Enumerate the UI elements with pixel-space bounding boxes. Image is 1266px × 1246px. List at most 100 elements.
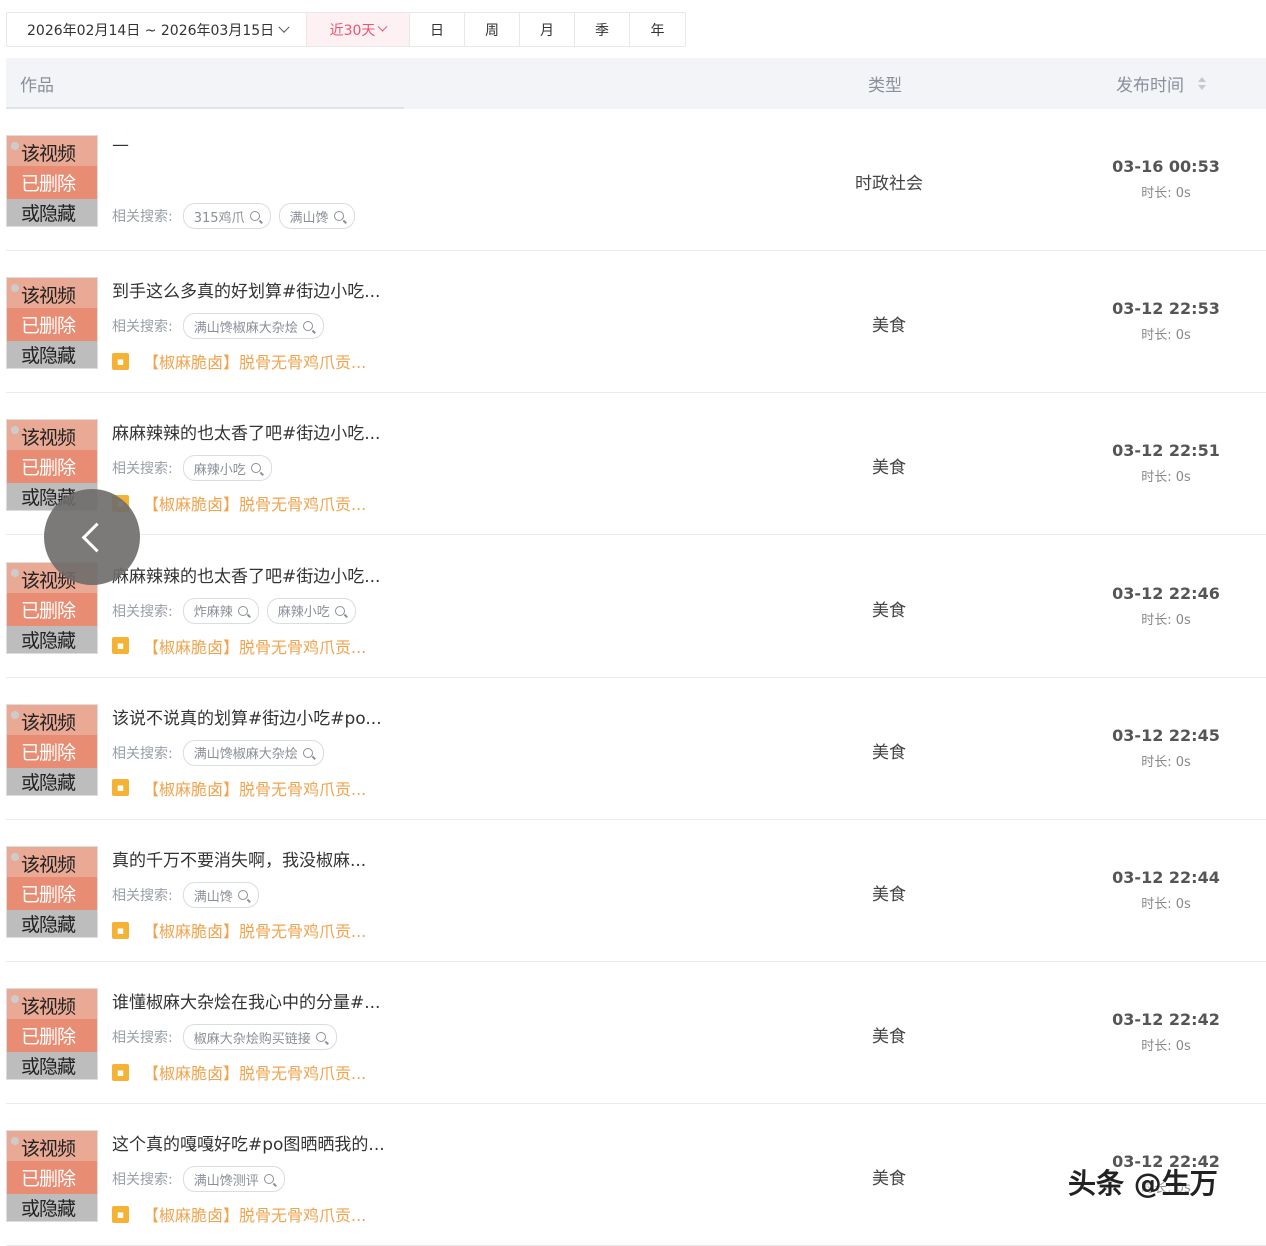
tab-week[interactable]: 周: [465, 13, 520, 46]
search-icon: [333, 211, 344, 221]
search-icon: [315, 1032, 326, 1043]
search-tag[interactable]: 满山馋椒麻大杂烩: [182, 313, 324, 340]
chevron-down-icon: [278, 21, 290, 33]
thumbnail-text: 该视频: [21, 285, 76, 308]
table-row[interactable]: 该视频 已删除 或隐藏 谁懂椒麻大杂烩在我心中的分量#... 相关搜索: 椒麻大杂烩购买链…: [6, 962, 1266, 1105]
product-title: 【椒麻脆卤】脱骨无骨鸡爪贡...: [143, 1064, 367, 1084]
search-tag[interactable]: 麻辣小吃: [182, 455, 272, 482]
search-icon: [263, 1174, 274, 1185]
product-link[interactable]: ▪ 【椒麻脆卤】脱骨无骨鸡爪贡...: [112, 776, 366, 800]
product-title: 【椒麻脆卤】脱骨无骨鸡爪贡...: [143, 495, 367, 515]
search-tag[interactable]: 满山馋测评: [182, 1166, 285, 1193]
tab-label: 年: [650, 22, 665, 39]
search-tag-label: 满山馋椒麻大杂烩: [193, 320, 298, 336]
column-header-work: 作品: [20, 76, 54, 96]
column-header-publish-time[interactable]: 发布时间: [1116, 58, 1206, 109]
product-title: 【椒麻脆卤】脱骨无骨鸡爪贡...: [143, 779, 367, 799]
table-row[interactable]: 该视频 已删除 或隐藏 真的千万不要消失啊，我没椒麻... 相关搜索: 满山馋 ▪ 【椒麻脆卤…: [6, 820, 1266, 962]
watermark: 头条 @生万: [1068, 1167, 1218, 1200]
search-tag-label: 满山馋: [289, 210, 329, 226]
product-link[interactable]: ▪【椒麻脆卤】脱骨无骨鸡爪贡...: [112, 1202, 366, 1226]
tab-label: 月: [540, 22, 554, 39]
publish-date: 03-12 22:53: [1112, 299, 1220, 319]
product-link[interactable]: ▪【椒麻脆卤】脱骨无骨鸡爪贡...: [112, 634, 366, 658]
related-search: 相关搜索: 满山馋: [112, 882, 267, 908]
product-link[interactable]: ▪【椒麻脆卤】脱骨无骨鸡爪贡...: [112, 1060, 366, 1084]
tab-label: 季: [595, 22, 609, 39]
video-type: 美食: [872, 1027, 906, 1048]
video-thumbnail[interactable]: 该视频 已删除 或隐藏: [6, 846, 98, 938]
video-title[interactable]: 谁懂椒麻大杂烩在我心中的分量#...: [112, 988, 380, 1013]
related-search: 相关搜索: 满山馋测评: [112, 1166, 293, 1193]
table-row[interactable]: 该视频 已删除 或隐藏 到手这么多真的好划算#街边小吃... 相关搜索: 满山馋椒麻大杂烩…: [6, 251, 1266, 394]
product-link[interactable]: ▪【椒麻脆卤】脱骨无骨鸡爪贡...: [112, 491, 366, 515]
search-tag[interactable]: 315鸡爪: [182, 203, 271, 229]
search-tag[interactable]: 满山馋: [278, 203, 355, 229]
search-tag-label: 满山馋: [193, 889, 233, 905]
table-row[interactable]: 该视频 已删除 或隐藏 麻麻辣辣的也太香了吧#街边小吃... 相关搜索: 炸麻辣 麻辣小吃 ▪…: [6, 536, 1266, 678]
video-type: 时政社会: [855, 174, 923, 194]
tab-last-30-days[interactable]: 近30天: [307, 13, 410, 46]
video-thumbnail[interactable]: 该视频 已删除 或隐藏: [6, 1130, 98, 1223]
date-filter-bar: 2026年02月14日 ~ 2026年03月15日 近30天 日 周 月 季 年: [6, 12, 686, 47]
video-thumbnail[interactable]: 该视频 已删除 或隐藏: [6, 135, 98, 227]
thumbnail-text: 该视频: [21, 427, 76, 450]
video-title[interactable]: 麻麻辣辣的也太香了吧#街边小吃...: [112, 419, 380, 444]
thumbnail-text: 已删除: [21, 884, 76, 906]
related-search-label: 相关搜索:: [112, 1172, 173, 1189]
search-tag[interactable]: 椒麻大杂烩购买链接: [182, 1024, 337, 1051]
thumbnail-text: 或隐藏: [21, 203, 76, 225]
related-search: 相关搜索: 满山馋椒麻大杂烩: [112, 739, 332, 766]
video-title[interactable]: 这个真的嘎嘎好吃#po图晒晒我的...: [112, 1130, 385, 1155]
search-tag-label: 315鸡爪: [193, 210, 245, 226]
table-row[interactable]: 该视频 已删除 或隐藏 — 相关搜索: 315鸡爪 满山馋 时政社会 03-16 00:53 时长…: [6, 109, 1266, 251]
search-tag[interactable]: 满山馋椒麻大杂烩: [182, 739, 324, 766]
product-link[interactable]: ▪ 【椒麻脆卤】脱骨无骨鸡爪贡...: [112, 918, 366, 942]
video-title[interactable]: —: [112, 135, 129, 155]
video-thumbnail[interactable]: 该视频 已删除 或隐藏: [6, 988, 98, 1081]
tab-day[interactable]: 日: [410, 13, 465, 46]
cart-icon: ▪: [112, 779, 129, 797]
related-search: 相关搜索: 椒麻大杂烩购买链接: [112, 1024, 345, 1051]
publish-date: 03-16 00:53: [1112, 157, 1220, 176]
sort-icon[interactable]: [1198, 77, 1206, 90]
publish-date: 03-12 22:46: [1112, 583, 1220, 603]
related-search: 相关搜索: 315鸡爪 满山馋: [112, 203, 363, 229]
tab-month[interactable]: 月: [520, 13, 575, 46]
tab-label: 日: [430, 22, 444, 39]
video-duration: 时长: 0s: [1141, 470, 1191, 486]
cart-icon: ▪: [112, 921, 129, 939]
video-duration: 时长: 0s: [1141, 1039, 1191, 1055]
video-title[interactable]: 该说不说真的划算#街边小吃#po...: [112, 704, 382, 729]
search-tag[interactable]: 麻辣小吃: [266, 597, 356, 624]
product-title: 【椒麻脆卤】脱骨无骨鸡爪贡...: [143, 922, 367, 941]
thumbnail-text: 或隐藏: [21, 629, 76, 652]
table-row[interactable]: 该视频已删除或隐藏麻麻辣辣的也太香了吧#街边小吃...相关搜索:麻辣小吃▪【椒麻…: [6, 393, 1266, 536]
date-range-picker[interactable]: 2026年02月14日 ~ 2026年03月15日: [7, 13, 307, 46]
video-duration: 时长: 0s: [1141, 612, 1191, 628]
video-title[interactable]: 麻麻辣辣的也太香了吧#街边小吃...: [112, 562, 380, 587]
tab-quarter[interactable]: 季: [575, 13, 630, 46]
tab-year[interactable]: 年: [630, 13, 685, 46]
video-thumbnail[interactable]: 该视频 已删除 或隐藏: [6, 703, 98, 796]
thumbnail-text: 或隐藏: [21, 345, 76, 368]
search-icon: [237, 605, 248, 616]
cart-icon: ▪: [112, 352, 129, 370]
table-row[interactable]: 该视频 已删除 或隐藏 该说不说真的划算#街边小吃#po... 相关搜索: 满山馋椒麻大杂…: [6, 678, 1266, 820]
search-icon: [334, 605, 345, 616]
publish-time-cell: 03-12 22:51 时长: 0s: [1066, 441, 1266, 485]
back-button[interactable]: [44, 489, 140, 585]
related-search: 相关搜索: 满山馋椒麻大杂烩: [112, 313, 332, 340]
search-tag[interactable]: 炸麻辣: [182, 597, 259, 624]
search-tag[interactable]: 满山馋: [182, 882, 259, 908]
thumbnail-text: 已删除: [21, 315, 76, 338]
video-thumbnail[interactable]: 该视频 已删除 或隐藏: [6, 277, 98, 370]
publish-date: 03-12 22:42: [1112, 1010, 1220, 1030]
video-title[interactable]: 真的千万不要消失啊，我没椒麻...: [112, 846, 366, 871]
video-title[interactable]: 到手这么多真的好划算#街边小吃...: [112, 277, 380, 302]
video-type: 美食: [872, 885, 906, 905]
product-link[interactable]: ▪【椒麻脆卤】脱骨无骨鸡爪贡...: [112, 349, 366, 373]
thumbnail-text: 已删除: [21, 457, 76, 480]
search-icon: [249, 211, 260, 221]
related-search-label: 相关搜索:: [112, 461, 173, 478]
